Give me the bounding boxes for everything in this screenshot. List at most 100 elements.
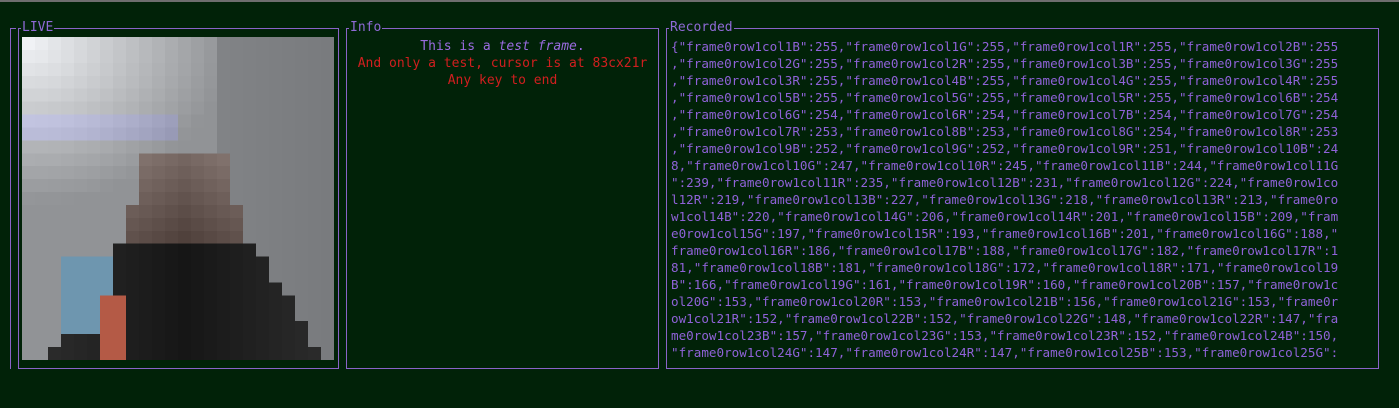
camera-pixel: [139, 49, 153, 64]
camera-pixel: [100, 75, 114, 89]
camera-pixel: [269, 37, 283, 51]
camera-pixel: [204, 37, 218, 51]
camera-pixel: [178, 308, 192, 322]
camera-pixel: [217, 88, 231, 102]
camera-pixel: [35, 308, 49, 322]
camera-pixel: [87, 308, 101, 322]
camera-pixel: [139, 114, 153, 128]
camera-pixel: [295, 282, 309, 296]
camera-pixel: [269, 140, 283, 154]
camera-pixel: [139, 347, 153, 360]
camera-pixel: [308, 49, 322, 64]
camera-pixel: [87, 321, 101, 335]
camera-pixel: [282, 192, 296, 206]
camera-pixel: [191, 153, 205, 167]
camera-pixel: [61, 62, 75, 77]
camera-pixel: [61, 75, 75, 89]
camera-pixel: [282, 282, 296, 296]
camera-pixel: [243, 49, 257, 64]
camera-pixel: [35, 204, 49, 219]
camera-pixel: [243, 347, 257, 360]
camera-pixel: [61, 334, 75, 348]
camera-pixel: [230, 204, 244, 219]
camera-pixel: [35, 243, 49, 257]
camera-pixel: [308, 321, 322, 335]
camera-pixel: [48, 101, 62, 115]
camera-pixel: [191, 334, 205, 348]
camera-pixel: [217, 37, 231, 51]
camera-pixel: [152, 62, 166, 77]
camera-pixel: [113, 204, 127, 219]
camera-pixel: [113, 321, 127, 335]
camera-pixel: [295, 230, 309, 244]
camera-pixel: [217, 295, 231, 309]
camera-pixel: [217, 230, 231, 244]
camera-pixel: [87, 230, 101, 244]
camera-pixel: [295, 179, 309, 193]
camera-pixel: [282, 153, 296, 167]
camera-pixel: [178, 230, 192, 244]
camera-pixel: [113, 179, 127, 193]
camera-pixel: [22, 179, 36, 193]
camera-pixel: [126, 295, 140, 309]
recorded-log-line: {"frame0row1col1B":255,"frame0row1col1G"…: [671, 39, 1339, 54]
camera-pixel: [243, 282, 257, 296]
camera-pixel: [139, 308, 153, 322]
camera-pixel: [165, 269, 179, 283]
camera-pixel: [113, 140, 127, 154]
camera-pixel: [321, 282, 334, 296]
recorded-log-line: e0row1col15G":197,"frame0row1col15R":193…: [671, 226, 1339, 241]
camera-pixel: [100, 295, 114, 309]
camera-pixel: [48, 179, 62, 193]
camera-pixel: [87, 114, 101, 128]
camera-pixel: [282, 308, 296, 322]
recorded-panel[interactable]: Recorded {"frame0row1col1B":255,"frame0r…: [666, 20, 1379, 369]
camera-pixel: [113, 347, 127, 360]
camera-pixel: [113, 101, 127, 115]
camera-pixel: [178, 321, 192, 335]
camera-pixel: [204, 153, 218, 167]
camera-pixel: [269, 321, 283, 335]
camera-pixel: [126, 217, 140, 232]
info-line-3: Any key to end: [447, 73, 558, 88]
camera-pixel: [243, 334, 257, 348]
camera-pixel: [282, 49, 296, 64]
camera-pixel: [217, 166, 231, 180]
camera-pixel: [126, 347, 140, 360]
camera-pixel: [178, 282, 192, 296]
camera-pixel: [217, 153, 231, 167]
camera-pixel: [230, 114, 244, 128]
camera-pixel: [282, 62, 296, 77]
camera-pixel: [295, 88, 309, 102]
camera-pixel: [204, 204, 218, 219]
camera-pixel: [126, 140, 140, 154]
camera-pixel: [204, 282, 218, 296]
camera-pixel: [295, 101, 309, 115]
camera-pixel: [256, 217, 270, 232]
camera-pixel: [256, 127, 270, 141]
camera-pixel: [74, 62, 88, 77]
camera-pixel: [230, 243, 244, 257]
camera-pixel: [152, 192, 166, 206]
camera-pixel: [321, 204, 334, 219]
camera-pixel: [256, 192, 270, 206]
camera-pixel: [35, 166, 49, 180]
camera-pixel: [113, 256, 127, 270]
camera-pixel: [269, 192, 283, 206]
camera-pixel: [113, 88, 127, 102]
camera-pixel: [217, 204, 231, 219]
camera-pixel: [74, 49, 88, 64]
camera-pixel: [74, 256, 88, 270]
camera-pixel: [282, 101, 296, 115]
camera-pixel: [178, 37, 192, 51]
camera-pixel: [178, 127, 192, 141]
camera-pixel: [308, 308, 322, 322]
camera-pixel: [22, 192, 36, 206]
camera-pixel: [35, 295, 49, 309]
camera-pixel: [230, 140, 244, 154]
camera-pixel: [217, 101, 231, 115]
camera-pixel: [22, 140, 36, 154]
camera-pixel: [282, 114, 296, 128]
camera-pixel: [35, 127, 49, 141]
camera-pixel: [48, 230, 62, 244]
